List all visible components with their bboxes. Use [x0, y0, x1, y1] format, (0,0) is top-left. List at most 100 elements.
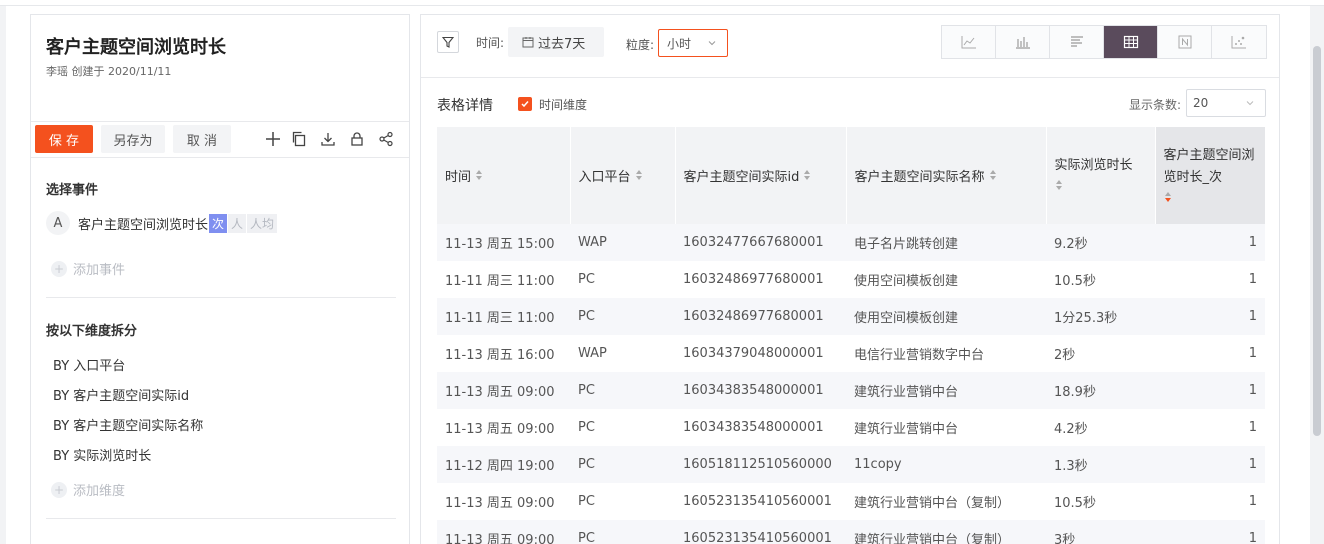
scatter-view-button[interactable] — [1212, 26, 1266, 58]
dimensions-section-title: 按以下维度拆分 — [46, 324, 138, 339]
table-row: 11-13 周五 15:00 WAP 16032477667680001 电子名片跳转… — [437, 224, 1265, 261]
cell-count: 1 — [1155, 261, 1265, 298]
metric-tag-users[interactable]: 人 — [228, 213, 247, 233]
report-subtitle: 李瑶 创建于 2020/11/11 — [46, 65, 172, 78]
divider — [31, 121, 409, 122]
bar-chart-view-button[interactable] — [996, 26, 1050, 58]
cell-time: 11-13 周五 09:00 — [437, 409, 570, 446]
cell-count: 1 — [1155, 335, 1265, 372]
time-dimension-label: 时间维度 — [539, 98, 588, 112]
sort-desc-icon — [1164, 189, 1172, 211]
cell-duration: 9.2秒 — [1046, 224, 1155, 261]
cancel-button[interactable]: 取 消 — [173, 125, 231, 153]
cell-count: 1 — [1155, 298, 1265, 335]
cell-count: 1 — [1155, 372, 1265, 409]
cell-space-name: 建筑行业营销中台 — [846, 372, 1046, 409]
download-icon[interactable] — [318, 129, 338, 149]
time-range-value: 过去7天 — [538, 36, 586, 52]
cell-platform: WAP — [570, 224, 675, 261]
add-icon[interactable] — [263, 129, 283, 149]
column-header-space-id[interactable]: 客户主题空间实际id — [675, 127, 847, 224]
plus-icon: + — [51, 481, 67, 498]
cell-space-id: 160523135410560001 — [675, 483, 846, 520]
metric-tag-times[interactable]: 次 — [209, 213, 228, 233]
cell-platform: WAP — [570, 335, 675, 372]
add-dimension-button[interactable]: + 添加维度 — [51, 480, 125, 499]
cell-space-name: 电信行业营销数字中台 — [846, 335, 1046, 372]
results-table: 时间 入口平台 客户主题空间实际id 客户主题空间实际名称 实际浏览时长 客户主… — [437, 127, 1266, 544]
sort-icon — [635, 169, 643, 185]
horizontal-bar-view-button[interactable] — [1050, 26, 1104, 58]
cell-platform: PC — [570, 446, 675, 483]
lock-icon[interactable] — [347, 129, 367, 149]
add-event-button[interactable]: + 添加事件 — [51, 259, 125, 278]
number-view-button[interactable] — [1158, 26, 1212, 58]
dimension-item[interactable]: BY 客户主题空间实际名称 — [53, 415, 203, 434]
granularity-label: 粒度: — [626, 38, 655, 52]
metric-tag-per-user[interactable]: 人均 — [247, 213, 278, 233]
column-header-platform[interactable]: 入口平台 — [570, 127, 676, 224]
dimension-item[interactable]: BY 实际浏览时长 — [53, 445, 151, 464]
page-scrollbar[interactable] — [1313, 46, 1321, 436]
time-range-picker[interactable]: 过去7天 — [508, 27, 604, 57]
share-icon[interactable] — [376, 129, 396, 149]
check-icon — [521, 101, 529, 108]
view-switcher — [941, 25, 1267, 59]
column-header-space-name[interactable]: 客户主题空间实际名称 — [846, 127, 1047, 224]
divider — [46, 297, 396, 298]
cell-space-id: 16032486977680001 — [675, 261, 846, 298]
save-button[interactable]: 保 存 — [35, 125, 93, 153]
save-as-button[interactable]: 另存为 — [101, 125, 165, 153]
report-config-panel: 客户主题空间浏览时长 李瑶 创建于 2020/11/11 保 存 另存为 取 消… — [30, 14, 410, 544]
cell-duration: 4.2秒 — [1046, 409, 1155, 446]
bar-chart-icon — [1015, 37, 1030, 49]
cell-space-name: 使用空间模板创建 — [846, 298, 1046, 335]
cell-platform: PC — [570, 409, 675, 446]
cell-platform: PC — [570, 261, 675, 298]
table-detail-title: 表格详情 — [437, 98, 493, 114]
table-view-button[interactable] — [1104, 26, 1158, 58]
cell-space-id: 16034383548000001 — [675, 372, 846, 409]
row-count-label: 显示条数: — [1129, 98, 1182, 112]
row-count-value: 20 — [1193, 96, 1209, 110]
cell-duration: 3秒 — [1046, 520, 1155, 544]
cell-duration: 18.9秒 — [1046, 372, 1155, 409]
copy-icon[interactable] — [289, 129, 309, 149]
filter-button[interactable] — [437, 31, 459, 53]
dimension-item[interactable]: BY 入口平台 — [53, 355, 125, 374]
horizontal-bar-icon — [1070, 36, 1083, 47]
cell-time: 11-13 周五 09:00 — [437, 372, 570, 409]
cell-space-name: 建筑行业营销中台（复制） — [846, 520, 1046, 544]
event-item[interactable]: A 客户主题空间浏览时长 次 人 人均 — [46, 211, 278, 235]
table-row: 11-13 周五 09:00 PC 16034383548000001 建筑行业营销中… — [437, 372, 1265, 409]
report-title: 客户主题空间浏览时长 — [46, 37, 226, 58]
table-row: 11-13 周五 09:00 PC 160523135410560001 建筑行业营销… — [437, 520, 1265, 544]
divider — [31, 157, 409, 158]
line-chart-view-button[interactable] — [942, 26, 996, 58]
cell-space-name: 建筑行业营销中台 — [846, 409, 1046, 446]
cell-duration: 10.5秒 — [1046, 483, 1155, 520]
granularity-select[interactable]: 小时 — [658, 29, 728, 57]
add-event-label: 添加事件 — [73, 263, 126, 278]
row-count-select[interactable]: 20 — [1186, 89, 1266, 117]
cell-time: 11-11 周三 11:00 — [437, 298, 570, 335]
table-row: 11-13 周五 09:00 PC 160523135410560001 建筑行业营销… — [437, 483, 1265, 520]
dimension-item[interactable]: BY 客户主题空间实际id — [53, 385, 189, 404]
cell-space-name: 电子名片跳转创建 — [846, 224, 1046, 261]
cell-time: 11-13 周五 09:00 — [437, 520, 570, 544]
column-header-time[interactable]: 时间 — [437, 127, 571, 224]
events-section-title: 选择事件 — [46, 183, 99, 198]
cell-time: 11-11 周三 11:00 — [437, 261, 570, 298]
cell-space-id: 160518112510560000 — [675, 446, 846, 483]
column-header-duration[interactable]: 实际浏览时长 — [1046, 127, 1156, 224]
time-dimension-checkbox[interactable] — [518, 97, 532, 111]
cell-space-id: 16032486977680001 — [675, 298, 846, 335]
table-row: 11-13 周五 16:00 WAP 16034379048000001 电信行业营销… — [437, 335, 1265, 372]
report-result-panel: 时间: 过去7天 粒度: 小时 表格详情 时间维度 显示条数: 20 时间 入口… — [420, 14, 1280, 544]
column-header-view-count[interactable]: 客户主题空间浏览时长_次 — [1155, 127, 1266, 224]
calendar-icon — [522, 37, 534, 48]
cell-platform: PC — [570, 298, 675, 335]
table-row: 11-12 周四 19:00 PC 160518112510560000 11copy… — [437, 446, 1265, 483]
table-icon — [1123, 35, 1138, 49]
cell-duration: 1.3秒 — [1046, 446, 1155, 483]
